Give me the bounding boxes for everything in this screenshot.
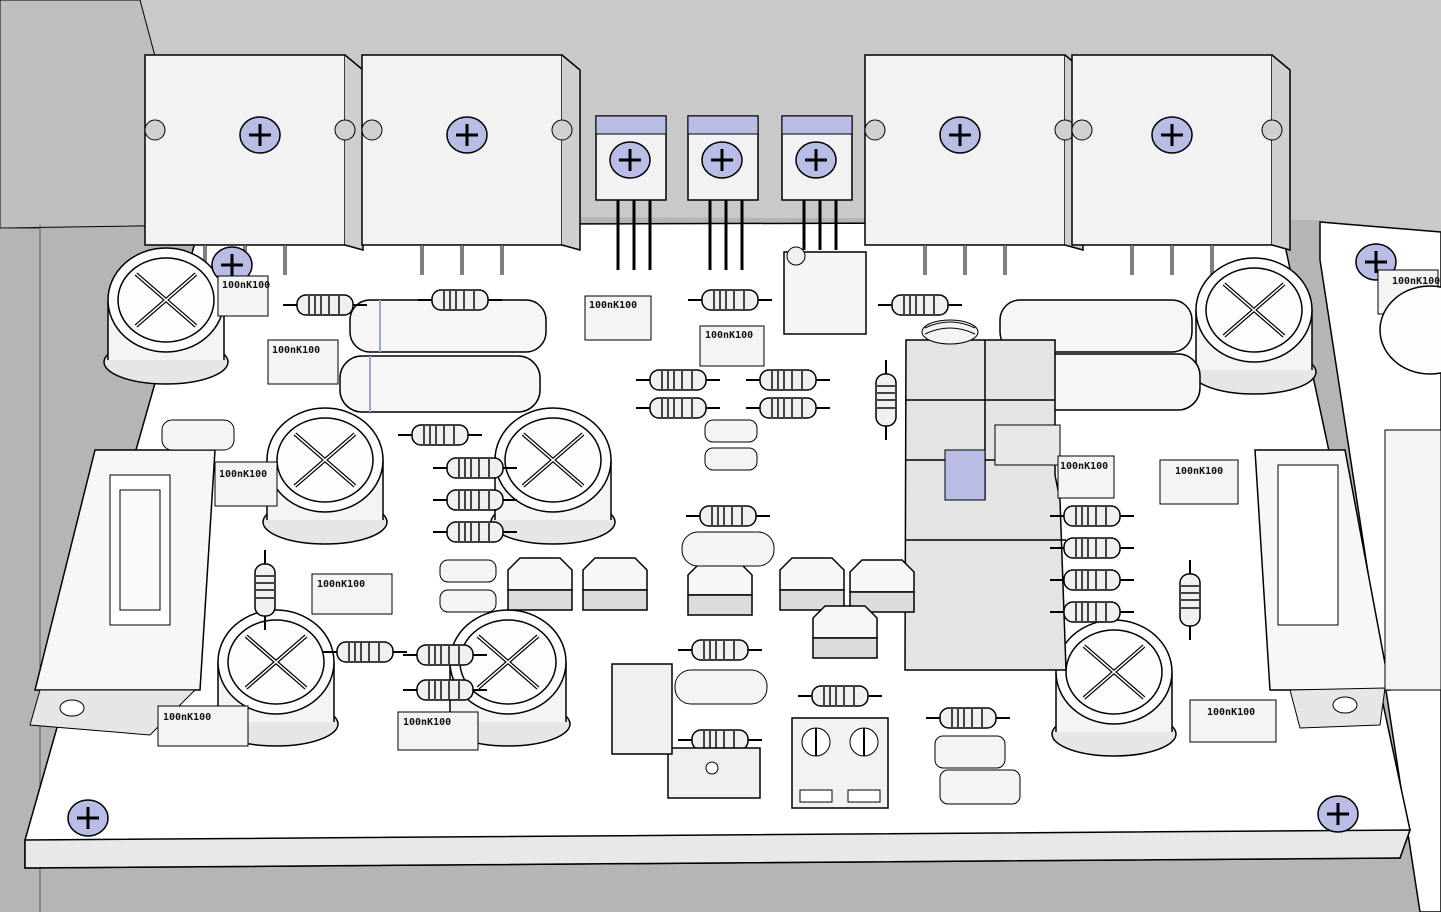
ceramic-capacitor-c2: 100nK100 [267,339,339,385]
power-transistor-2 [360,53,582,277]
dual-transistor-1 [681,531,775,567]
ceramic-capacitor-c5: 100nK100 [214,461,278,507]
terminal-block [791,717,889,809]
diode-6 [934,735,1006,769]
diode-1 [704,419,758,443]
ceramic-capacitor-c8: 100nK100 [397,711,479,751]
diode-2 [704,447,758,471]
ceramic-capacitor-c9: 100nK100 [1057,455,1115,499]
electrolytic-capacitor-3 [261,406,389,546]
small-transistor-1 [507,557,573,611]
ceramic-capacitor-c11: 100nK100 [1189,699,1277,743]
small-transistor-6 [812,605,878,659]
regulator-to220 [667,747,761,799]
electrolytic-capacitor-1 [102,246,230,386]
capacitor-label: 100nK100 [1060,461,1108,472]
electrolytic-capacitor-7 [1050,618,1178,758]
heatsink-block [904,339,1067,671]
power-transistor-3 [863,53,1085,277]
inductor-box [611,663,673,755]
capacitor-label: 100nK100 [1207,707,1255,718]
inductor-coil [921,319,979,345]
capacitor-label: 100nK100 [1175,466,1223,477]
ceramic-capacitor-c10: 100nK100 [1159,459,1239,505]
capacitor-label: 100nK100 [317,579,365,590]
fuse-holder-left [29,449,216,736]
small-transistor-4 [779,557,845,611]
mounting-screw-icon [66,798,110,838]
ceramic-capacitor-c4: 100nK100 [699,325,765,367]
ceramic-capacitor-c1: 100nK100 [217,275,270,317]
diode-3 [439,559,497,583]
trimmer-potentiometer [783,246,867,335]
capacitor-label: 100nK100 [403,717,451,728]
ceramic-capacitor-c3: 100nK100 [584,295,652,341]
capacitor-label: 100nK100 [705,330,753,341]
small-transistor-3 [687,562,753,616]
electrolytic-capacitor-2 [1190,256,1318,396]
dual-transistor-2 [674,669,768,705]
ceramic-capacitor-c7: 100nK100 [157,705,249,747]
diode-5 [161,419,235,451]
diode-7 [939,769,1021,805]
capacitor-label: 100nK100 [222,280,270,291]
capacitor-label: 100nK100 [163,712,211,723]
power-transistor-4 [1070,53,1292,277]
capacitor-label: 100nK100 [272,345,320,356]
power-transistor-1 [143,53,365,277]
adjacent-board-capacitor [1379,285,1441,691]
pcb-amplifier-3d-model: 100nK100 100nK100 100nK100 100nK100 100n… [0,0,1441,912]
small-transistor-2 [582,557,648,611]
mounting-screw-icon [1316,794,1360,834]
small-transistor-5 [849,559,915,613]
diode-4 [439,589,497,613]
axial-capacitor-2 [339,355,541,413]
electrolytic-capacitor-4 [489,406,617,546]
capacitor-label: 100nK100 [219,469,267,480]
ceramic-capacitor-c6: 100nK100 [311,573,393,615]
capacitor-label: 100nK100 [589,300,637,311]
